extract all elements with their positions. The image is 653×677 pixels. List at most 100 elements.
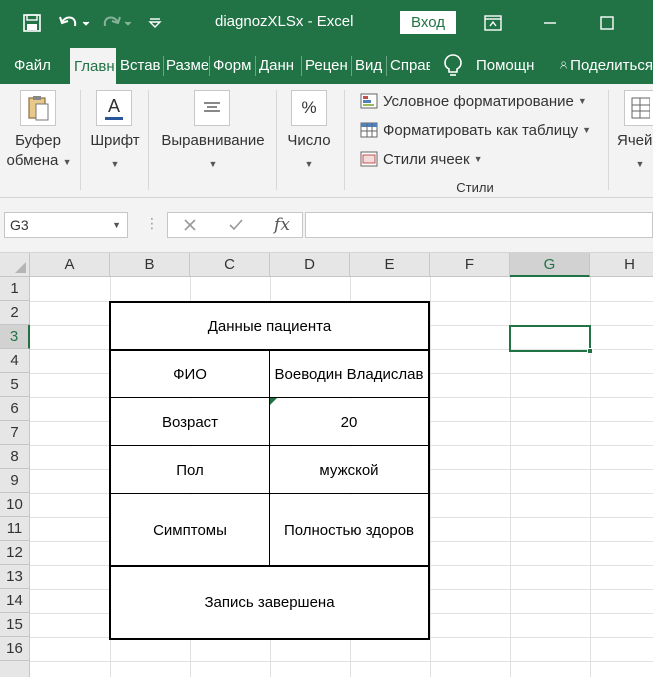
formula-buttons: fx — [167, 212, 303, 238]
format-table-icon — [360, 122, 378, 138]
row-header[interactable]: 1 — [0, 277, 30, 301]
group-separator — [148, 90, 149, 190]
row-header[interactable]: 5 — [0, 373, 30, 397]
cells-icon[interactable] — [624, 90, 653, 126]
ribbon: Буфер обмена ▼ A Шрифт ▼ Выравнивание ▼ … — [0, 84, 653, 198]
percent-icon[interactable]: % — [291, 90, 327, 126]
maximize-icon[interactable] — [592, 10, 622, 36]
more-options-icon[interactable]: ⋮ — [145, 215, 159, 232]
format-as-table-button[interactable]: Форматировать как таблицу ▼ — [360, 119, 591, 141]
tab-data[interactable]: Данн — [259, 46, 299, 84]
font-letter: A — [107, 95, 120, 116]
column-header-g[interactable]: G — [510, 253, 590, 277]
ribbon-tabs: Файл Главн Встав Разме Форм Данн Рецен В… — [0, 46, 653, 84]
tab-view[interactable]: Вид — [355, 46, 385, 84]
tab-help[interactable]: Справ — [390, 46, 430, 84]
table-footer-cell[interactable]: Запись завершена — [111, 567, 428, 638]
alignment-icon[interactable] — [194, 90, 230, 126]
sex-value-cell[interactable]: мужской — [270, 447, 428, 493]
column-header-b[interactable]: B — [110, 253, 190, 277]
tab-separator — [386, 56, 387, 76]
row-header[interactable]: 12 — [0, 541, 30, 565]
cancel-icon[interactable] — [172, 213, 208, 237]
tab-home[interactable]: Главн — [70, 48, 116, 84]
chevron-down-icon[interactable]: ▼ — [630, 154, 650, 171]
table-border-line — [269, 350, 270, 566]
column-header-h[interactable]: H — [590, 253, 653, 277]
name-box[interactable]: G3 ▼ — [4, 212, 128, 238]
undo-icon[interactable] — [56, 11, 92, 35]
column-header-f[interactable]: F — [430, 253, 510, 277]
clipboard-icon[interactable] — [20, 90, 56, 126]
conditional-formatting-button[interactable]: Условное форматирование ▼ — [360, 90, 587, 112]
tab-insert[interactable]: Встав — [120, 46, 162, 84]
row-header[interactable] — [0, 661, 30, 677]
column-header-d[interactable]: D — [270, 253, 350, 277]
cell-styles-button[interactable]: Стили ячеек ▼ — [360, 148, 483, 170]
gridline — [30, 661, 653, 662]
sex-label-cell[interactable]: Пол — [111, 447, 269, 493]
font-icon[interactable]: A — [96, 90, 132, 126]
age-label-cell[interactable]: Возраст — [111, 399, 269, 445]
chevron-down-icon[interactable]: ▼ — [156, 154, 270, 171]
tab-separator — [255, 56, 256, 76]
group-separator — [80, 90, 81, 190]
row-header[interactable]: 3 — [0, 325, 30, 349]
tab-share[interactable]: Поделиться — [560, 46, 653, 84]
tab-review[interactable]: Рецен — [305, 46, 349, 84]
symptoms-label-cell[interactable]: Симптомы — [111, 495, 269, 565]
row-header[interactable]: 6 — [0, 397, 30, 421]
row-header[interactable]: 16 — [0, 637, 30, 661]
fill-handle[interactable] — [587, 348, 593, 354]
row-header[interactable]: 8 — [0, 445, 30, 469]
tab-page-layout[interactable]: Разме — [166, 46, 208, 84]
column-header-c[interactable]: C — [190, 253, 270, 277]
active-cell-g3[interactable] — [509, 325, 591, 352]
row-header[interactable]: 14 — [0, 589, 30, 613]
formula-input[interactable] — [305, 212, 653, 238]
alignment-label[interactable]: Выравнивание — [156, 132, 270, 149]
redo-icon[interactable] — [100, 11, 136, 35]
table-header-cell[interactable]: Данные пациента — [111, 303, 428, 349]
row-header[interactable]: 10 — [0, 493, 30, 517]
group-separator — [608, 90, 609, 190]
tab-file[interactable]: Файл — [14, 46, 66, 84]
minimize-icon[interactable] — [535, 10, 565, 36]
name-box-value: G3 — [10, 217, 29, 233]
column-header-a[interactable]: A — [30, 253, 110, 277]
save-icon[interactable] — [20, 11, 44, 35]
column-header-e[interactable]: E — [350, 253, 430, 277]
chevron-down-icon[interactable]: ▼ — [282, 154, 336, 171]
chevron-down-icon[interactable]: ▼ — [88, 154, 142, 171]
tab-assistant[interactable]: Помощн — [442, 46, 542, 84]
fio-value-cell[interactable]: Воеводин Владислав — [270, 351, 428, 397]
customize-toolbar-icon[interactable] — [145, 11, 165, 35]
chevron-down-icon: ▼ — [582, 125, 592, 135]
row-header[interactable]: 2 — [0, 301, 30, 325]
row-header[interactable]: 11 — [0, 517, 30, 541]
row-header[interactable]: 4 — [0, 349, 30, 373]
row-header[interactable]: 13 — [0, 565, 30, 589]
symptoms-value-cell[interactable]: Полностью здоров — [270, 495, 428, 565]
cells-label[interactable]: Ячей — [617, 132, 653, 149]
clipboard-label-line2[interactable]: обмена ▼ — [4, 152, 74, 169]
tab-formulas[interactable]: Форм — [213, 46, 253, 84]
ribbon-display-icon[interactable] — [478, 10, 508, 36]
conditional-formatting-icon — [360, 93, 378, 109]
row-header[interactable]: 15 — [0, 613, 30, 637]
worksheet-grid: A B C D E F G H 1 2 3 4 5 6 7 8 9 10 11 … — [0, 253, 653, 677]
row-header[interactable]: 9 — [0, 469, 30, 493]
fio-label-cell[interactable]: ФИО — [111, 351, 269, 397]
chevron-down-icon: ▼ — [112, 220, 121, 230]
font-label[interactable]: Шрифт — [88, 132, 142, 149]
enter-icon[interactable] — [218, 213, 254, 237]
user-icon — [560, 61, 567, 69]
age-value-cell[interactable]: 20 — [270, 399, 428, 445]
select-all-button[interactable] — [0, 253, 30, 277]
insert-function-icon[interactable]: fx — [264, 213, 300, 237]
number-label[interactable]: Число — [282, 132, 336, 149]
login-button[interactable]: Вход — [400, 11, 456, 34]
clipboard-label-line1[interactable]: Буфер — [10, 132, 66, 149]
row-header[interactable]: 7 — [0, 421, 30, 445]
error-indicator-icon[interactable] — [270, 398, 277, 405]
